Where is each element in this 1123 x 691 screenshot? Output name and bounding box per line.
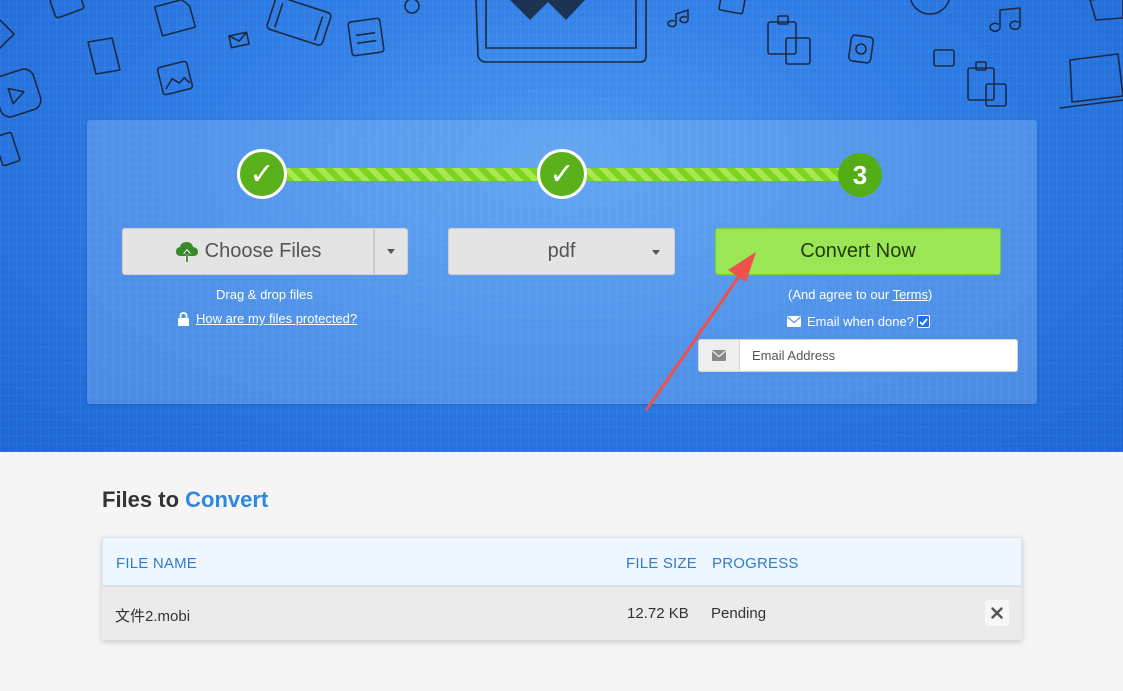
table-header: FILE NAME FILE SIZE PROGRESS — [102, 537, 1022, 586]
column-file-name: FILE NAME — [116, 555, 197, 572]
title-accent: Convert — [185, 487, 269, 512]
title-prefix: Files to — [102, 487, 186, 512]
close-icon — [991, 607, 1003, 619]
progress-cell: Pending — [711, 605, 767, 622]
remove-file-button[interactable] — [985, 600, 1009, 626]
file-size-cell: 12.72 KB — [627, 605, 689, 622]
files-section-title: Files to Convert — [102, 487, 268, 513]
files-table: FILE NAME FILE SIZE PROGRESS 文件2.mobi 12… — [102, 537, 1022, 640]
column-file-size: FILE SIZE — [626, 555, 697, 572]
file-name-cell: 文件2.mobi — [115, 608, 191, 625]
annotation-arrow — [645, 252, 756, 411]
table-row: 文件2.mobi 12.72 KB Pending — [102, 586, 1022, 640]
column-progress: PROGRESS — [712, 555, 799, 572]
hero-banner: ✓ ✓ 3 Choose Files Drag & drop files How… — [0, 0, 1123, 452]
